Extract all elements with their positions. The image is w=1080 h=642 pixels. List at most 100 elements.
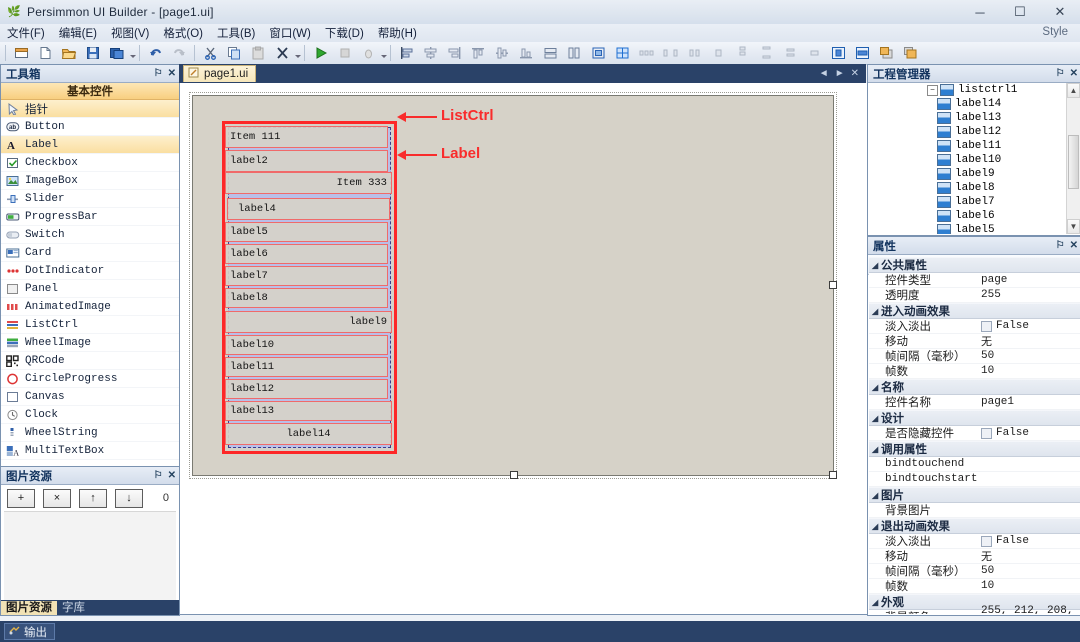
property-row[interactable]: 帧间隔（毫秒） 50	[869, 349, 1080, 364]
property-row[interactable]: bindtouchstart	[869, 472, 1080, 487]
listctrl-widget[interactable]: Item 111 label2 Item 333 label4 label5 label6…	[222, 121, 397, 454]
new-file-icon[interactable]	[34, 43, 56, 64]
property-value-cell[interactable]: False	[981, 320, 1080, 332]
close-icon[interactable]: ✕	[1070, 240, 1078, 251]
center-vertically-icon[interactable]	[851, 43, 873, 64]
toolbox-item-button[interactable]: ab ab Button	[1, 118, 179, 136]
menu-item-format[interactable]: 格式(O)	[156, 24, 210, 42]
property-row[interactable]: 帧间隔（毫秒） 50	[869, 564, 1080, 579]
same-height-icon[interactable]	[563, 43, 585, 64]
group-collapse-icon[interactable]: ◢	[872, 383, 881, 392]
center-horizontally-icon[interactable]	[827, 43, 849, 64]
property-value-cell[interactable]: 255	[981, 289, 1080, 301]
same-width-icon[interactable]	[539, 43, 561, 64]
toolbox-item-clock[interactable]: Clock	[1, 406, 179, 424]
toolbox-item-circleprogress[interactable]: CircleProgress	[1, 370, 179, 388]
toolbox-item-dotindicator[interactable]: DotIndicator	[1, 262, 179, 280]
label-widget[interactable]: label11	[225, 357, 388, 377]
pin-icon[interactable]: ⚐	[1056, 240, 1065, 251]
run-dropdown-icon[interactable]	[380, 44, 387, 63]
tree-node-label12[interactable]: label12	[869, 125, 1067, 139]
tree-node-label14[interactable]: label14	[869, 97, 1067, 111]
group-collapse-icon[interactable]: ◢	[872, 491, 881, 500]
project-tree[interactable]: − listctrl1 label14 label13 label12 label11 la…	[869, 83, 1067, 234]
label-widget[interactable]: label12	[225, 379, 388, 399]
toolbox-item-slider[interactable]: Slider	[1, 190, 179, 208]
menu-item-window[interactable]: 窗口(W)	[262, 24, 318, 42]
toolbox-item-label[interactable]: A Label	[1, 136, 179, 154]
toolbox-item-wheelstring[interactable]: WheelString	[1, 424, 179, 442]
tab-image-resources[interactable]: 图片资源	[1, 600, 57, 615]
property-row[interactable]: 背景图片	[869, 503, 1080, 518]
property-row[interactable]: bindtouchend	[869, 457, 1080, 472]
style-label[interactable]: Style	[1042, 26, 1068, 38]
move-down-button[interactable]: ↓	[115, 488, 143, 508]
property-group-header[interactable]: ◢ 公共属性	[869, 257, 1080, 273]
resize-handle-right[interactable]	[829, 281, 837, 289]
tree-node-label11[interactable]: label11	[869, 139, 1067, 153]
label-widget[interactable]: label4	[227, 198, 390, 220]
group-collapse-icon[interactable]: ◢	[872, 261, 881, 270]
label-widget[interactable]: label13	[225, 401, 392, 421]
align-middle-icon[interactable]	[491, 43, 513, 64]
save-dropdown-icon[interactable]	[129, 44, 136, 63]
property-value-cell[interactable]: 无	[981, 548, 1080, 564]
send-to-back-icon[interactable]	[899, 43, 921, 64]
delete-dropdown-icon[interactable]	[294, 44, 301, 63]
tab-close-icon[interactable]: ✕	[851, 68, 859, 79]
property-value-cell[interactable]: False	[981, 535, 1080, 547]
document-tab-page1[interactable]: page1.ui	[183, 65, 257, 82]
page-canvas[interactable]: Item 111 label2 Item 333 label4 label5 label6…	[189, 92, 837, 479]
label-widget[interactable]: label10	[225, 335, 388, 355]
minimize-button[interactable]: ─	[960, 0, 1000, 24]
property-row[interactable]: 移动 无	[869, 549, 1080, 564]
property-row[interactable]: 移动 无	[869, 334, 1080, 349]
menu-item-help[interactable]: 帮助(H)	[371, 24, 424, 42]
property-checkbox[interactable]	[981, 427, 992, 439]
menu-item-file[interactable]: 文件(F)	[0, 24, 52, 42]
toolbox-item-switch[interactable]: Switch	[1, 226, 179, 244]
scroll-up-icon[interactable]: ▲	[1067, 83, 1080, 98]
toolbox-item-qrcode[interactable]: QRCode	[1, 352, 179, 370]
label-widget[interactable]: label2	[225, 150, 388, 172]
toolbox-item-[interactable]: 指针	[1, 100, 179, 118]
pin-icon[interactable]: ⚐	[154, 470, 163, 481]
open-folder-icon[interactable]	[58, 43, 80, 64]
scrollbar-thumb[interactable]	[1068, 135, 1079, 189]
menu-item-view[interactable]: 视图(V)	[104, 24, 156, 42]
toolbox-item-wheelimage[interactable]: WheelImage	[1, 334, 179, 352]
property-group-header[interactable]: ◢ 调用属性	[869, 441, 1080, 457]
size-to-grid-icon[interactable]	[611, 43, 633, 64]
delete-icon[interactable]	[271, 43, 293, 64]
property-group-header[interactable]: ◢ 名称	[869, 379, 1080, 395]
save-all-icon[interactable]	[106, 43, 128, 64]
label-widget[interactable]: label7	[225, 266, 388, 286]
pin-icon[interactable]: ⚐	[1056, 68, 1065, 79]
toolbox-item-panel[interactable]: Panel	[1, 280, 179, 298]
label-widget[interactable]: label8	[225, 288, 388, 308]
property-row[interactable]: 控件名称 page1	[869, 395, 1080, 410]
menu-item-download[interactable]: 下载(D)	[318, 24, 371, 42]
close-button[interactable]: ✕	[1040, 0, 1080, 24]
property-row[interactable]: 是否隐藏控件 False	[869, 426, 1080, 441]
group-collapse-icon[interactable]: ◢	[872, 522, 881, 531]
property-value-cell[interactable]: page	[981, 274, 1080, 286]
property-value-cell[interactable]: 10	[981, 580, 1080, 592]
label-widget[interactable]: label14	[225, 423, 392, 445]
property-row[interactable]: 淡入淡出 False	[869, 319, 1080, 334]
tree-node-label5[interactable]: label5	[869, 223, 1067, 234]
align-center-h-icon[interactable]	[419, 43, 441, 64]
expand-icon[interactable]: ▷	[873, 613, 879, 615]
property-value-cell[interactable]: 50	[981, 565, 1080, 577]
align-top-icon[interactable]	[467, 43, 489, 64]
property-value-cell[interactable]: 255, 212, 208, 20	[981, 605, 1080, 614]
property-row[interactable]: 帧数 10	[869, 579, 1080, 594]
tree-node-label9[interactable]: label9	[869, 167, 1067, 181]
tree-node-label13[interactable]: label13	[869, 111, 1067, 125]
tree-node-listctrl1[interactable]: − listctrl1	[869, 83, 1067, 97]
toolbox-item-animatedimage[interactable]: AnimatedImage	[1, 298, 179, 316]
tree-expander-icon[interactable]: −	[927, 84, 938, 96]
toolbox-item-progressbar[interactable]: ProgressBar	[1, 208, 179, 226]
property-value-cell[interactable]: 无	[981, 333, 1080, 349]
property-row[interactable]: 帧数 10	[869, 364, 1080, 379]
